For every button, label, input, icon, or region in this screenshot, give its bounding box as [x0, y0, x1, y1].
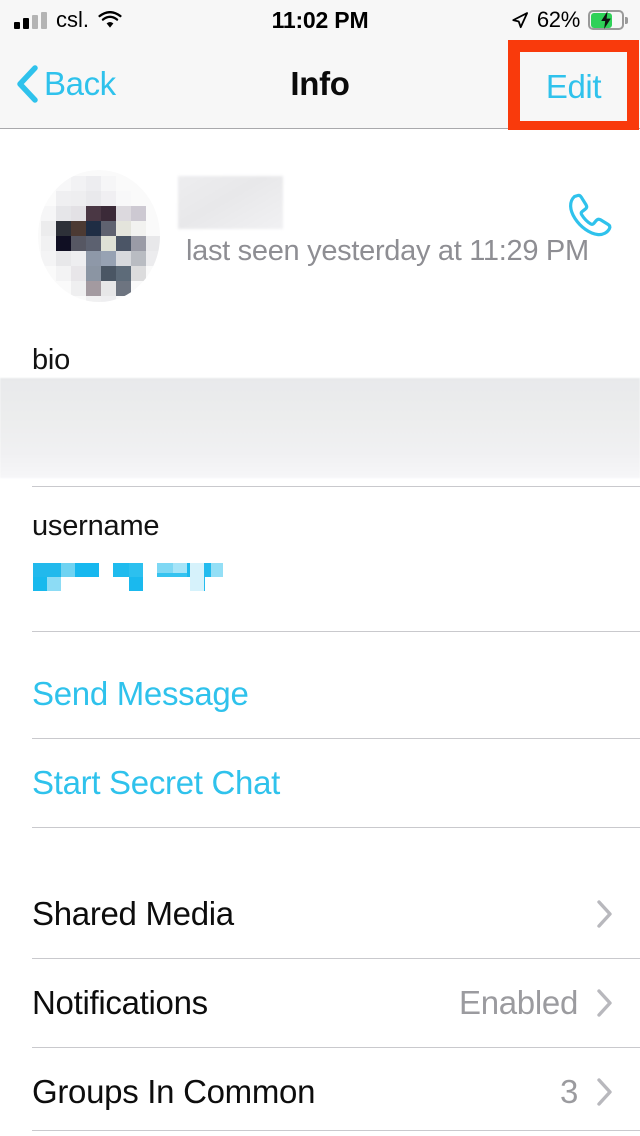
shared-media-row[interactable]: Shared Media: [0, 870, 640, 958]
bio-label: bio: [32, 344, 71, 376]
battery-charging-icon: [588, 10, 628, 30]
battery-percent-label: 62%: [536, 7, 580, 32]
groups-in-common-value: 3: [559, 1073, 578, 1110]
groups-in-common-row[interactable]: Groups In Common 3: [0, 1048, 640, 1136]
avatar-pixelated-image: [38, 170, 160, 302]
start-secret-chat-label: Start Secret Chat: [32, 764, 281, 801]
bio-value-redacted: [0, 378, 640, 478]
username-value-redacted-tail: [190, 561, 220, 591]
contact-status-text: last seen yesterday at 11:29 PM: [186, 235, 589, 267]
groups-in-common-label: Groups In Common: [32, 1073, 316, 1110]
avatar[interactable]: [38, 170, 160, 302]
edit-button[interactable]: Edit: [508, 40, 639, 133]
notifications-value: Enabled: [458, 984, 578, 1021]
status-bar: csl. 11:02 PM 62%: [0, 0, 640, 40]
notifications-row[interactable]: Notifications Enabled: [0, 959, 640, 1047]
divider-username: [32, 631, 640, 632]
shared-media-label: Shared Media: [32, 895, 234, 932]
location-arrow-icon: [510, 11, 529, 30]
chevron-right-icon: [596, 899, 614, 929]
telegram-contact-info-screen: csl. 11:02 PM 62% Back Info Edit last se…: [0, 0, 640, 1136]
chevron-right-icon: [596, 1077, 614, 1107]
status-bar-right: 62%: [510, 7, 628, 33]
contact-header: last seen yesterday at 11:29 PM: [0, 130, 640, 330]
send-message-label: Send Message: [32, 675, 249, 712]
divider-secret-chat: [32, 827, 640, 828]
send-message-button[interactable]: Send Message: [0, 650, 640, 738]
divider-groups-in-common: [32, 1130, 640, 1131]
start-secret-chat-button[interactable]: Start Secret Chat: [0, 739, 640, 827]
divider-bio: [32, 486, 640, 487]
username-label: username: [32, 510, 160, 542]
contact-name-redacted: [178, 176, 283, 229]
chevron-right-icon: [596, 988, 614, 1018]
notifications-label: Notifications: [32, 984, 208, 1021]
phone-call-icon[interactable]: [562, 190, 618, 242]
